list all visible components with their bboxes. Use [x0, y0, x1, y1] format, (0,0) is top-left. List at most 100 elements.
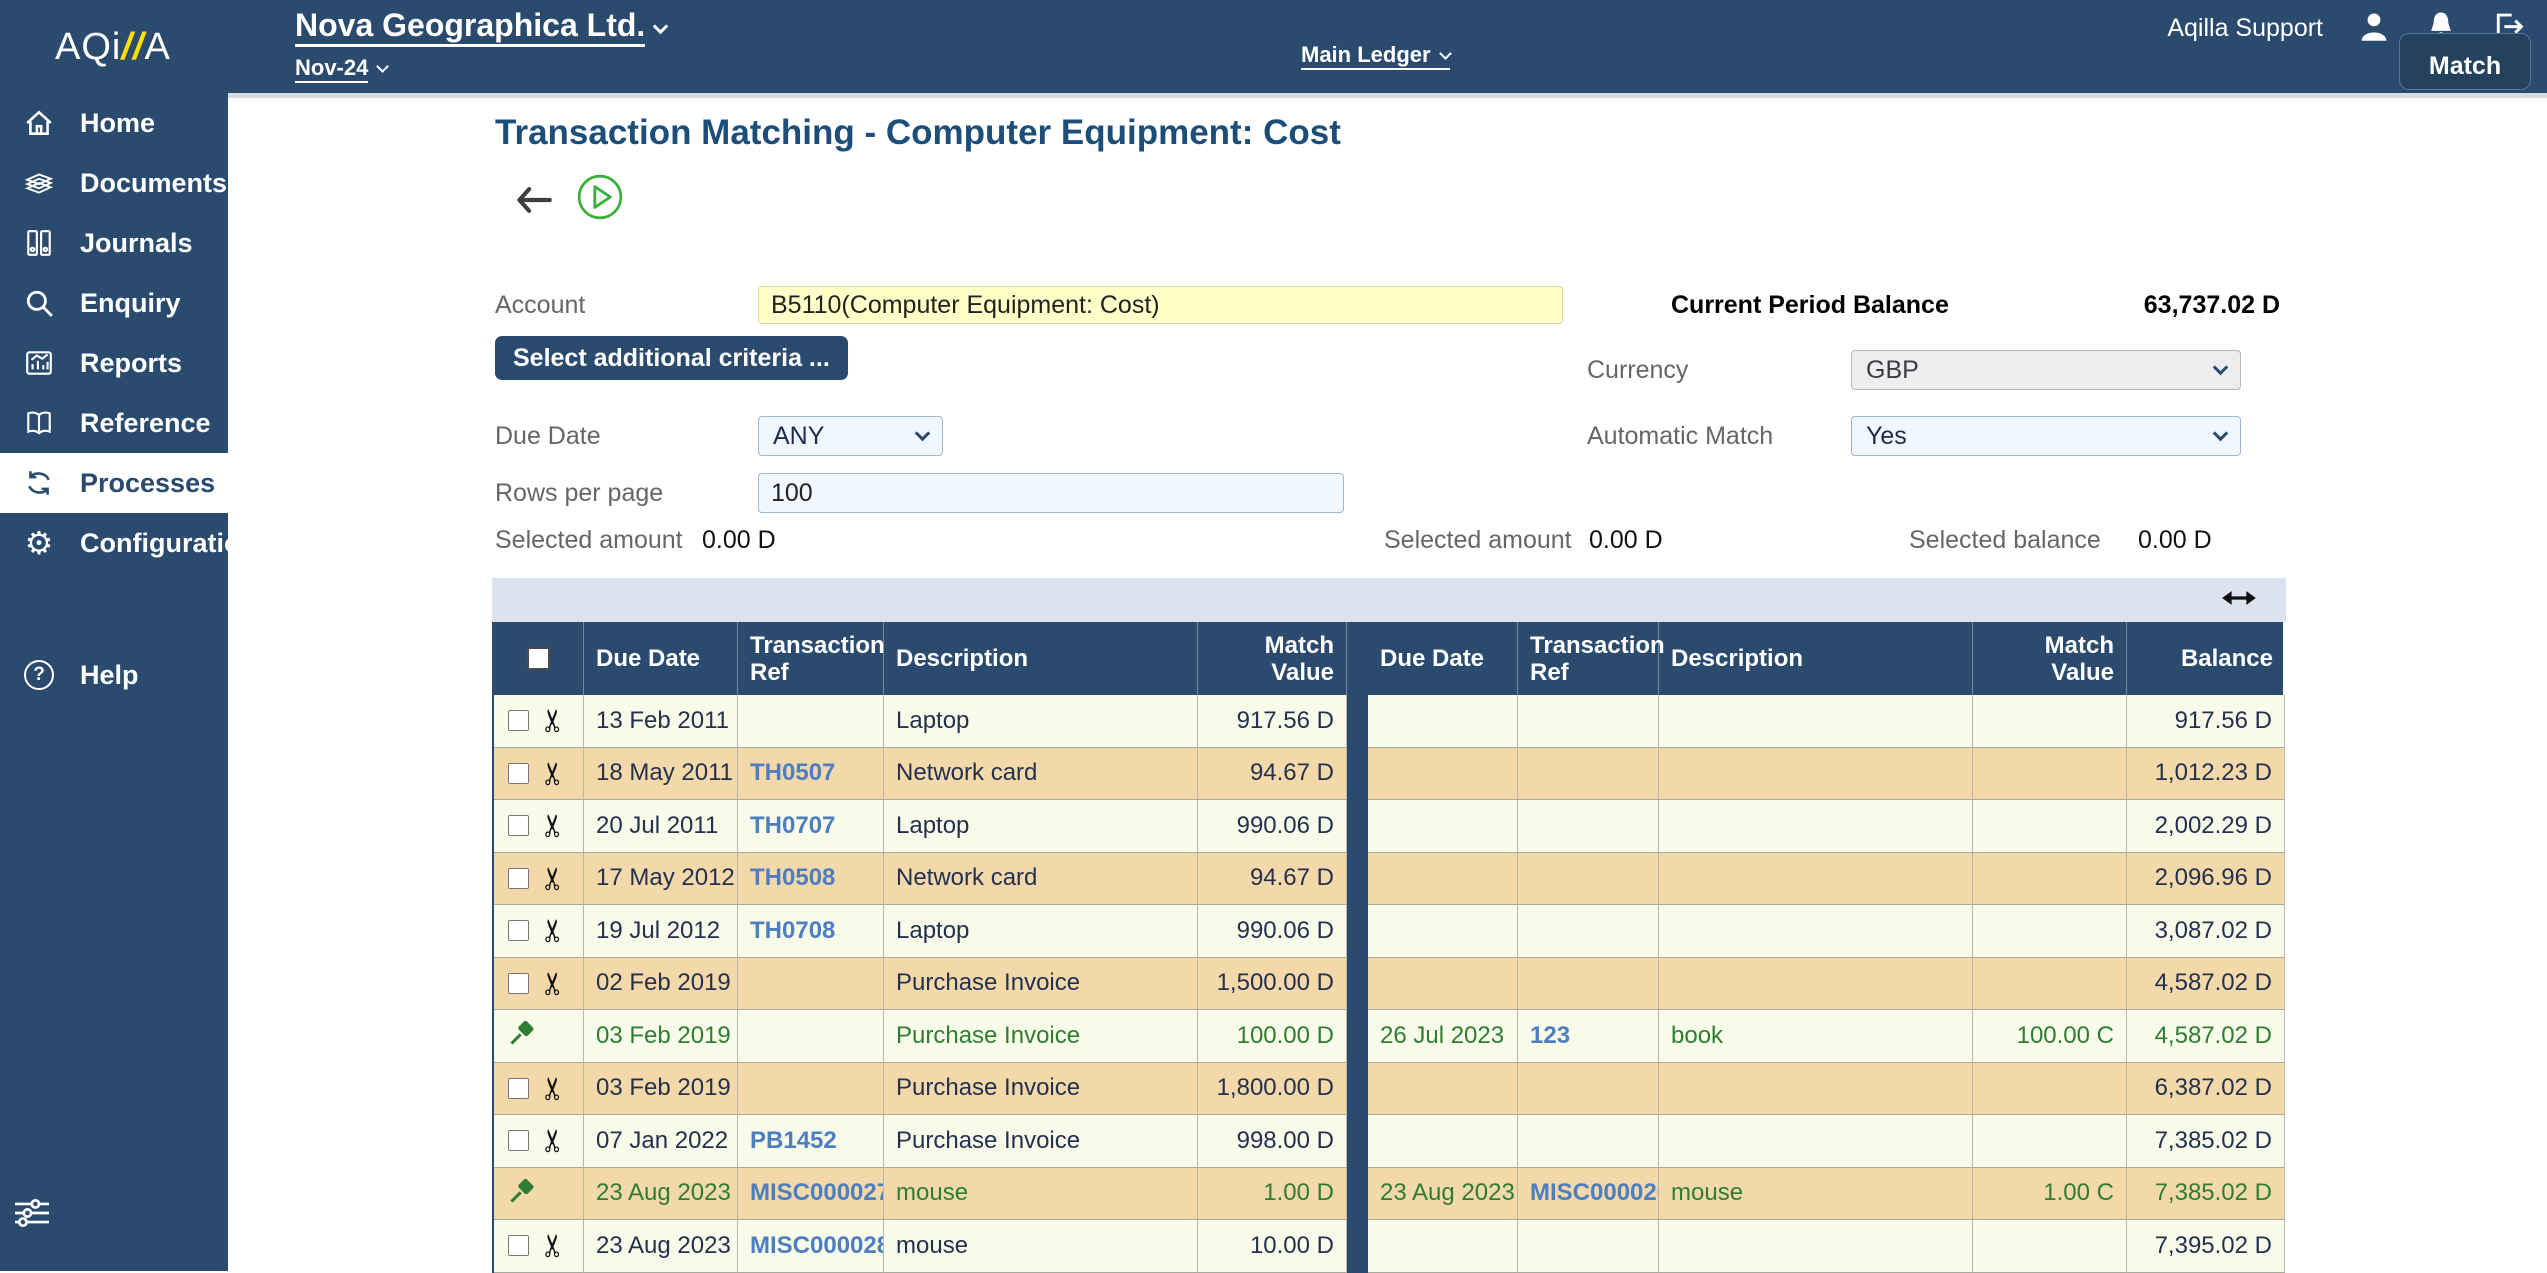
sidebar-item-processes[interactable]: Processes — [0, 453, 228, 513]
select-all-checkbox[interactable] — [527, 647, 550, 670]
chevron-down-icon — [2213, 425, 2229, 441]
scissors-icon[interactable]: ✂ — [543, 760, 564, 786]
col-balance[interactable]: Balance — [2127, 622, 2285, 695]
matched-transaction-ref-link[interactable] — [1518, 1115, 1659, 1168]
col-transaction-ref-2[interactable]: Transaction Ref — [1518, 622, 1659, 695]
balance-cell: 2,002.29 D — [2127, 800, 2285, 853]
matched-transaction-ref-link[interactable] — [1518, 958, 1659, 1011]
pin-icon[interactable] — [508, 1175, 538, 1212]
chevron-down-icon — [653, 19, 669, 35]
currency-select[interactable]: GBP — [1851, 350, 2241, 390]
transaction-ref-link[interactable] — [738, 958, 884, 1011]
automatic-match-select[interactable]: Yes — [1851, 416, 2241, 456]
matched-match-value-cell — [1973, 748, 2127, 801]
due-date-select[interactable]: ANY — [758, 416, 943, 456]
col-transaction-ref[interactable]: Transaction Ref — [738, 622, 884, 695]
rows-per-page-label: Rows per page — [495, 479, 663, 508]
row-checkbox[interactable] — [508, 973, 529, 994]
row-checkbox[interactable] — [508, 1235, 529, 1256]
row-checkbox[interactable] — [508, 1130, 529, 1151]
run-match-icon[interactable] — [576, 173, 624, 226]
sidebar-item-reference[interactable]: Reference — [0, 393, 228, 453]
matched-due-date-cell — [1368, 958, 1518, 1011]
company-selector[interactable]: Nova Geographica Ltd. — [295, 6, 666, 47]
matched-transaction-ref-link[interactable] — [1518, 748, 1659, 801]
transaction-ref-link[interactable]: TH0508 — [738, 853, 884, 906]
expand-columns-icon[interactable] — [2220, 584, 2258, 617]
col-due-date-2[interactable]: Due Date — [1368, 622, 1518, 695]
matched-due-date-cell — [1368, 1115, 1518, 1168]
rows-per-page-input[interactable] — [758, 473, 1344, 513]
row-select-cell: ✂ — [494, 800, 584, 853]
table-divider — [1347, 1010, 1368, 1063]
scissors-icon[interactable]: ✂ — [543, 813, 564, 839]
row-checkbox[interactable] — [508, 815, 529, 836]
matched-transaction-ref-link[interactable]: 123 — [1518, 1010, 1659, 1063]
select-additional-criteria-button[interactable]: Select additional criteria ... — [495, 336, 848, 380]
selected-amount2-label: Selected amount — [1384, 526, 1572, 555]
col-match-value-2[interactable]: Match Value — [1973, 622, 2127, 695]
table-divider — [1347, 853, 1368, 906]
ledger-selector[interactable]: Main Ledger — [1301, 42, 1450, 70]
transaction-ref-link[interactable]: TH0507 — [738, 748, 884, 801]
scissors-icon[interactable]: ✂ — [543, 1128, 564, 1154]
sidebar-item-reports[interactable]: Reports — [0, 333, 228, 393]
row-select-cell: ✂ — [494, 1010, 584, 1063]
match-button[interactable]: Match — [2399, 33, 2531, 90]
sidebar-item-documents[interactable]: Documents — [0, 153, 228, 213]
table-row: ✂ 23 Aug 2023 MISC000027 mouse 1.00 D 23… — [494, 1168, 2283, 1221]
table-row: ✂ 18 May 2011 TH0507 Network card 94.67 … — [494, 748, 2283, 801]
transaction-ref-link[interactable]: TH0708 — [738, 905, 884, 958]
sidebar-item-journals[interactable]: Journals — [0, 213, 228, 273]
table-row: ✂ 03 Feb 2019 Purchase Invoice 1,800.00 … — [494, 1063, 2283, 1116]
transaction-ref-link[interactable]: MISC000027 — [738, 1168, 884, 1221]
scissors-icon[interactable]: ✂ — [543, 865, 564, 891]
transaction-ref-link[interactable]: PB1452 — [738, 1115, 884, 1168]
row-checkbox[interactable] — [508, 920, 529, 941]
sidebar-item-home[interactable]: Home — [0, 93, 228, 153]
back-arrow-icon[interactable] — [512, 183, 556, 222]
pin-icon[interactable] — [508, 1017, 538, 1054]
reports-icon — [22, 348, 56, 378]
selected-amount2-value: 0.00 D — [1589, 526, 1663, 555]
account-label: Account — [495, 291, 585, 320]
col-description[interactable]: Description — [884, 622, 1198, 695]
filter-sliders-icon[interactable] — [12, 1196, 52, 1235]
sidebar-item-enquiry[interactable]: Enquiry — [0, 273, 228, 333]
matched-transaction-ref-link[interactable] — [1518, 800, 1659, 853]
current-period-balance-label: Current Period Balance — [1671, 291, 1949, 320]
selected-amount-value: 0.00 D — [702, 526, 776, 555]
matched-transaction-ref-link[interactable] — [1518, 905, 1659, 958]
transaction-ref-link[interactable] — [738, 1010, 884, 1063]
scissors-icon[interactable]: ✂ — [543, 1233, 564, 1259]
row-checkbox[interactable] — [508, 710, 529, 731]
transaction-ref-link[interactable]: TH0707 — [738, 800, 884, 853]
matched-transaction-ref-link[interactable] — [1518, 1063, 1659, 1116]
row-checkbox[interactable] — [508, 1078, 529, 1099]
matched-due-date-cell — [1368, 1220, 1518, 1273]
period-selector[interactable]: Nov-24 — [295, 47, 666, 83]
col-due-date[interactable]: Due Date — [584, 622, 738, 695]
sidebar-item-configuration[interactable]: ⚙ Configuration — [0, 513, 228, 573]
scissors-icon[interactable]: ✂ — [543, 970, 564, 996]
scissors-icon[interactable]: ✂ — [543, 918, 564, 944]
matched-transaction-ref-link[interactable] — [1518, 695, 1659, 748]
matched-transaction-ref-link[interactable] — [1518, 853, 1659, 906]
chevron-down-icon — [915, 425, 931, 441]
col-description-2[interactable]: Description — [1659, 622, 1973, 695]
transaction-ref-link[interactable]: MISC000028 — [738, 1220, 884, 1273]
match-value-cell: 94.67 D — [1198, 748, 1347, 801]
scissors-icon[interactable]: ✂ — [543, 1075, 564, 1101]
scissors-icon[interactable]: ✂ — [543, 708, 564, 734]
account-input[interactable] — [758, 286, 1563, 324]
col-match-value[interactable]: Match Value — [1198, 622, 1347, 695]
transaction-ref-link[interactable] — [738, 695, 884, 748]
row-checkbox[interactable] — [508, 763, 529, 784]
matched-transaction-ref-link[interactable] — [1518, 1220, 1659, 1273]
matched-transaction-ref-link[interactable]: MISC000026 — [1518, 1168, 1659, 1221]
user-icon[interactable] — [2357, 10, 2391, 47]
sidebar-item-help[interactable]: ? Help — [0, 645, 228, 705]
row-select-cell: ✂ — [494, 1063, 584, 1116]
transaction-ref-link[interactable] — [738, 1063, 884, 1116]
row-checkbox[interactable] — [508, 868, 529, 889]
